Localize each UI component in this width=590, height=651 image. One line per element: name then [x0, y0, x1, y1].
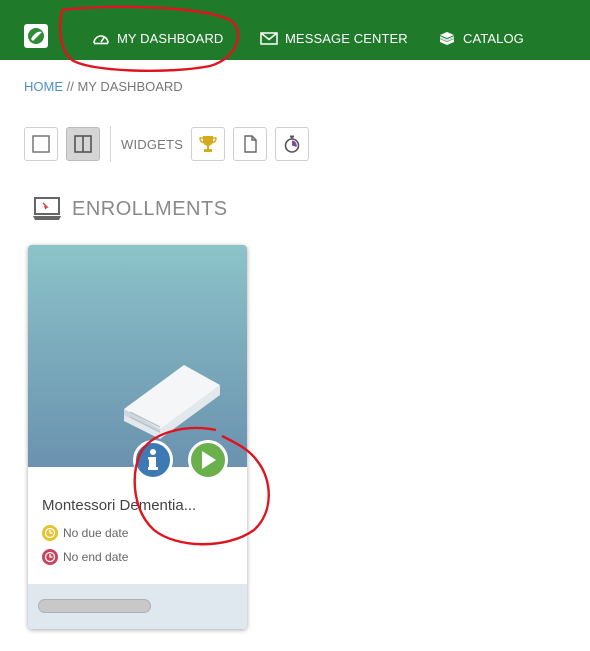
launch-course-button[interactable]	[188, 440, 228, 480]
nav-catalog[interactable]: CATALOG	[438, 27, 524, 49]
single-column-icon	[32, 135, 50, 153]
clock-icon	[42, 549, 58, 565]
trophy-icon	[199, 136, 217, 152]
breadcrumb-separator: //	[63, 79, 78, 94]
end-date-row: No end date	[42, 549, 128, 565]
course-thumbnail	[28, 245, 247, 467]
achievements-widget-button[interactable]	[191, 127, 226, 161]
logo-icon	[28, 28, 44, 44]
section-title: ENROLLMENTS	[72, 197, 228, 220]
single-column-layout-button[interactable]	[24, 127, 58, 161]
book-icon	[124, 365, 220, 439]
nav-label: CATALOG	[463, 30, 524, 46]
book-stack-icon	[440, 31, 454, 45]
envelope-icon	[260, 31, 278, 45]
due-date-row: No due date	[42, 525, 128, 541]
laptop-icon	[33, 197, 61, 220]
stopwatch-icon	[284, 135, 300, 153]
breadcrumb-home[interactable]: HOME	[24, 79, 63, 94]
nav-message-center[interactable]: MESSAGE CENTER	[260, 27, 408, 49]
clock-icon	[42, 525, 58, 541]
course-title[interactable]: Montessori Dementia...	[42, 497, 196, 514]
two-column-layout-button[interactable]	[66, 127, 100, 161]
course-progress-bar	[38, 599, 151, 613]
nav-label: MESSAGE CENTER	[285, 30, 408, 46]
logo[interactable]	[24, 24, 48, 48]
top-nav: MY DASHBOARD MESSAGE CENTER CATALOG	[0, 0, 590, 60]
due-date-text: No due date	[63, 526, 129, 540]
enrollments-header: ENROLLMENTS	[32, 196, 228, 222]
gauge-icon	[93, 35, 109, 45]
dashboard-toolbar: WIDGETS	[24, 125, 317, 163]
nav-my-dashboard[interactable]: MY DASHBOARD	[92, 27, 223, 49]
widgets-label: WIDGETS	[121, 136, 184, 152]
info-icon	[148, 449, 158, 470]
nav-label: MY DASHBOARD	[117, 30, 224, 46]
course-info-button[interactable]	[133, 440, 173, 480]
document-icon	[244, 135, 257, 153]
end-date-text: No end date	[63, 550, 129, 564]
breadcrumb-current: MY DASHBOARD	[77, 79, 183, 94]
play-icon	[202, 451, 216, 469]
breadcrumb: HOME // MY DASHBOARD	[24, 79, 183, 94]
two-column-icon	[74, 135, 92, 153]
toolbar-divider	[110, 126, 111, 162]
timer-widget-button[interactable]	[275, 127, 310, 161]
card-footer	[28, 584, 247, 629]
document-widget-button[interactable]	[233, 127, 268, 161]
enrollment-card[interactable]: Montessori Dementia... No due date No en…	[28, 245, 247, 629]
